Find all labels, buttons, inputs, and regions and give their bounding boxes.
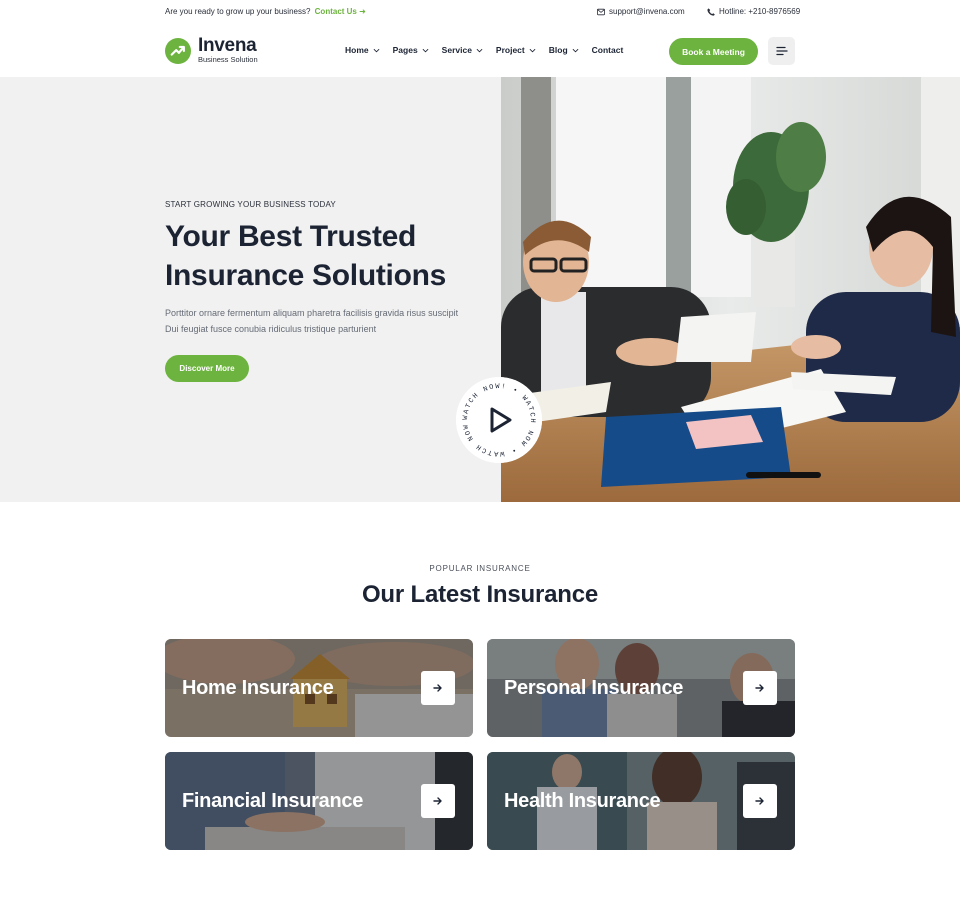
section-title: Our Latest Insurance: [361, 581, 599, 608]
nav-item-contact[interactable]: Contact: [592, 45, 624, 55]
hero-description: Porttitor ornare fermentum aliquam phare…: [165, 305, 485, 337]
hero-title: Your Best Trusted Insurance Solutions: [165, 217, 485, 295]
card-title: Home Insurance: [182, 677, 334, 699]
envelope-icon: [597, 8, 605, 15]
card-financial-insurance[interactable]: Financial Insurance: [165, 752, 473, 850]
arrow-right-icon: [755, 797, 764, 805]
topbar-email[interactable]: support@invena.com: [597, 7, 685, 16]
brand-logo[interactable]: Invena Business Solution: [165, 35, 258, 64]
contact-us-link[interactable]: Contact Us ➜: [315, 7, 366, 16]
hero-eyebrow: START GROWING YOUR BUSINESS TODAY: [165, 200, 336, 209]
section-eyebrow: POPULAR INSURANCE: [429, 564, 531, 573]
card-title: Health Insurance: [504, 790, 661, 812]
hero-desc-line-1: Porttitor ornare fermentum aliquam phare…: [165, 308, 459, 318]
card-title: Financial Insurance: [182, 790, 364, 812]
chevron-down-icon: [572, 48, 579, 52]
brand-subtitle: Business Solution: [198, 55, 258, 64]
topbar-hotline[interactable]: Hotline: +210-8976569: [707, 7, 800, 16]
nav-item-blog[interactable]: Blog: [549, 45, 579, 55]
site-header: Invena Business Solution Home Pages Serv…: [0, 24, 960, 77]
card-arrow-button[interactable]: [421, 784, 455, 818]
nav-item-project[interactable]: Project: [496, 45, 536, 55]
card-arrow-button[interactable]: [743, 784, 777, 818]
card-personal-insurance[interactable]: Personal Insurance: [487, 639, 795, 737]
main-nav: Home Pages Service Project Blog Contact: [345, 45, 636, 55]
hero-section: START GROWING YOUR BUSINESS TODAY Your B…: [0, 77, 960, 502]
watch-now-button[interactable]: WATCH NOW! • WATCH NOW • WATCH NOW •: [453, 372, 542, 463]
hero-title-line-2: Insurance Solutions: [165, 259, 447, 292]
menu-lines-icon: [775, 46, 788, 56]
card-health-insurance[interactable]: Health Insurance: [487, 752, 795, 850]
card-arrow-button[interactable]: [743, 671, 777, 705]
chevron-down-icon: [529, 48, 536, 52]
topbar-tagline: Are you ready to grow up your business? …: [165, 7, 366, 16]
hotline-text: Hotline: +210-8976569: [719, 7, 801, 16]
book-meeting-button[interactable]: Book a Meeting: [669, 38, 758, 65]
hero-desc-line-2: Dui feugiat fusce conubia ridiculus tris…: [165, 324, 377, 334]
top-bar: Are you ready to grow up your business? …: [0, 0, 960, 24]
card-arrow-button[interactable]: [421, 671, 455, 705]
phone-icon: [707, 7, 715, 16]
chevron-down-icon: [476, 48, 483, 52]
brand-name: Invena: [198, 35, 257, 56]
menu-toggle-button[interactable]: [768, 37, 795, 65]
arrow-right-icon: [433, 797, 442, 805]
nav-item-service[interactable]: Service: [442, 45, 483, 55]
hero-title-line-1: Your Best Trusted: [165, 220, 417, 253]
tagline-text: Are you ready to grow up your business?: [165, 7, 311, 16]
chevron-down-icon: [422, 48, 429, 52]
hero-photo-business-meeting: [501, 77, 960, 502]
card-title: Personal Insurance: [504, 677, 684, 699]
growth-arrow-icon: [165, 37, 191, 64]
nav-item-pages[interactable]: Pages: [393, 45, 429, 55]
card-home-insurance[interactable]: Home Insurance: [165, 639, 473, 737]
email-text: support@invena.com: [609, 7, 685, 16]
chevron-down-icon: [373, 48, 380, 52]
discover-more-button[interactable]: Discover More: [165, 355, 249, 382]
arrow-right-icon: [433, 684, 442, 692]
nav-item-home[interactable]: Home: [345, 45, 380, 55]
arrow-right-icon: [755, 684, 764, 692]
arrow-right-icon: ➜: [359, 7, 366, 16]
